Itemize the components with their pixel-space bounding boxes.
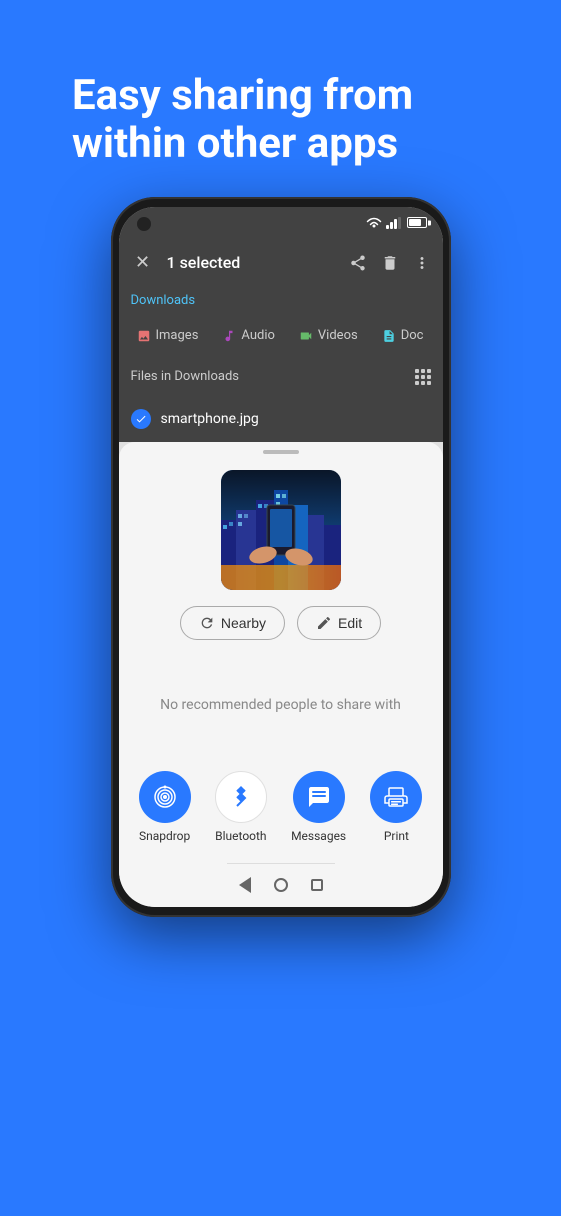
files-header-text: Files in Downloads xyxy=(131,369,239,384)
home-icon xyxy=(274,878,288,892)
tab-docs-label: Doc xyxy=(401,328,424,343)
print-icon xyxy=(370,771,422,823)
tab-audio[interactable]: Audio xyxy=(212,324,284,347)
messages-label: Messages xyxy=(291,829,346,843)
file-item[interactable]: smartphone.jpg xyxy=(119,396,443,442)
snapdrop-label: Snapdrop xyxy=(139,829,190,843)
print-label: Print xyxy=(384,829,409,843)
wifi-icon xyxy=(366,217,382,229)
headline: Easy sharing from within other apps xyxy=(0,0,561,169)
image-preview xyxy=(221,470,341,590)
breadcrumb-bar: Downloads xyxy=(119,287,443,314)
action-buttons: Nearby Edit xyxy=(180,606,381,640)
bluetooth-icon xyxy=(215,771,267,823)
category-tabs: Images Audio Videos Doc xyxy=(119,314,443,358)
phone-screen: ✕ 1 selected xyxy=(119,207,443,907)
nearby-icon xyxy=(199,615,215,631)
nearby-button[interactable]: Nearby xyxy=(180,606,285,640)
tab-docs[interactable]: Doc xyxy=(372,324,434,347)
status-icons xyxy=(366,217,427,229)
grid-view-icon[interactable] xyxy=(415,369,431,385)
tab-images-label: Images xyxy=(156,328,199,343)
no-recommend-text: No recommended people to share with xyxy=(144,656,417,755)
camera-notch xyxy=(137,217,151,231)
edit-label: Edit xyxy=(338,615,362,631)
tab-videos[interactable]: Videos xyxy=(289,324,368,347)
tab-audio-label: Audio xyxy=(241,328,274,343)
home-button[interactable] xyxy=(263,867,299,903)
phone-mockup: ✕ 1 selected xyxy=(111,197,451,1147)
bluetooth-label: Bluetooth xyxy=(215,829,266,843)
back-icon xyxy=(239,877,251,893)
image-preview-inner xyxy=(221,470,341,590)
signal-icon xyxy=(386,217,401,229)
recents-button[interactable] xyxy=(299,867,335,903)
breadcrumb[interactable]: Downloads xyxy=(131,293,196,308)
battery-icon xyxy=(407,217,427,228)
file-name: smartphone.jpg xyxy=(161,411,259,427)
delete-icon[interactable] xyxy=(381,254,399,272)
app-toolbar: ✕ 1 selected xyxy=(119,239,443,287)
recents-icon xyxy=(311,879,323,891)
files-header: Files in Downloads xyxy=(119,358,443,396)
more-icon[interactable] xyxy=(413,254,431,272)
share-app-snapdrop[interactable]: Snapdrop xyxy=(139,771,191,843)
tab-images[interactable]: Images xyxy=(127,324,209,347)
sheet-handle xyxy=(263,450,299,454)
headline-text: Easy sharing from within other apps xyxy=(36,36,525,169)
nearby-label: Nearby xyxy=(221,615,266,631)
edit-button[interactable]: Edit xyxy=(297,606,381,640)
file-checkbox xyxy=(131,409,151,429)
toolbar-action-icons xyxy=(349,254,431,272)
share-apps-row: Snapdrop Bluetooth xyxy=(119,755,443,863)
tab-videos-label: Videos xyxy=(318,328,358,343)
edit-icon xyxy=(316,615,332,631)
messages-icon xyxy=(293,771,345,823)
close-button[interactable]: ✕ xyxy=(131,252,155,273)
toolbar-title: 1 selected xyxy=(167,253,337,272)
nav-bar xyxy=(227,863,335,907)
share-icon[interactable] xyxy=(349,254,367,272)
share-app-bluetooth[interactable]: Bluetooth xyxy=(215,771,267,843)
share-app-print[interactable]: Print xyxy=(370,771,422,843)
snapdrop-icon xyxy=(139,771,191,823)
share-app-messages[interactable]: Messages xyxy=(291,771,346,843)
bottom-sheet: Nearby Edit No recommended people to sha… xyxy=(119,442,443,907)
back-button[interactable] xyxy=(227,867,263,903)
phone-shell: ✕ 1 selected xyxy=(111,197,451,917)
status-bar xyxy=(119,207,443,239)
